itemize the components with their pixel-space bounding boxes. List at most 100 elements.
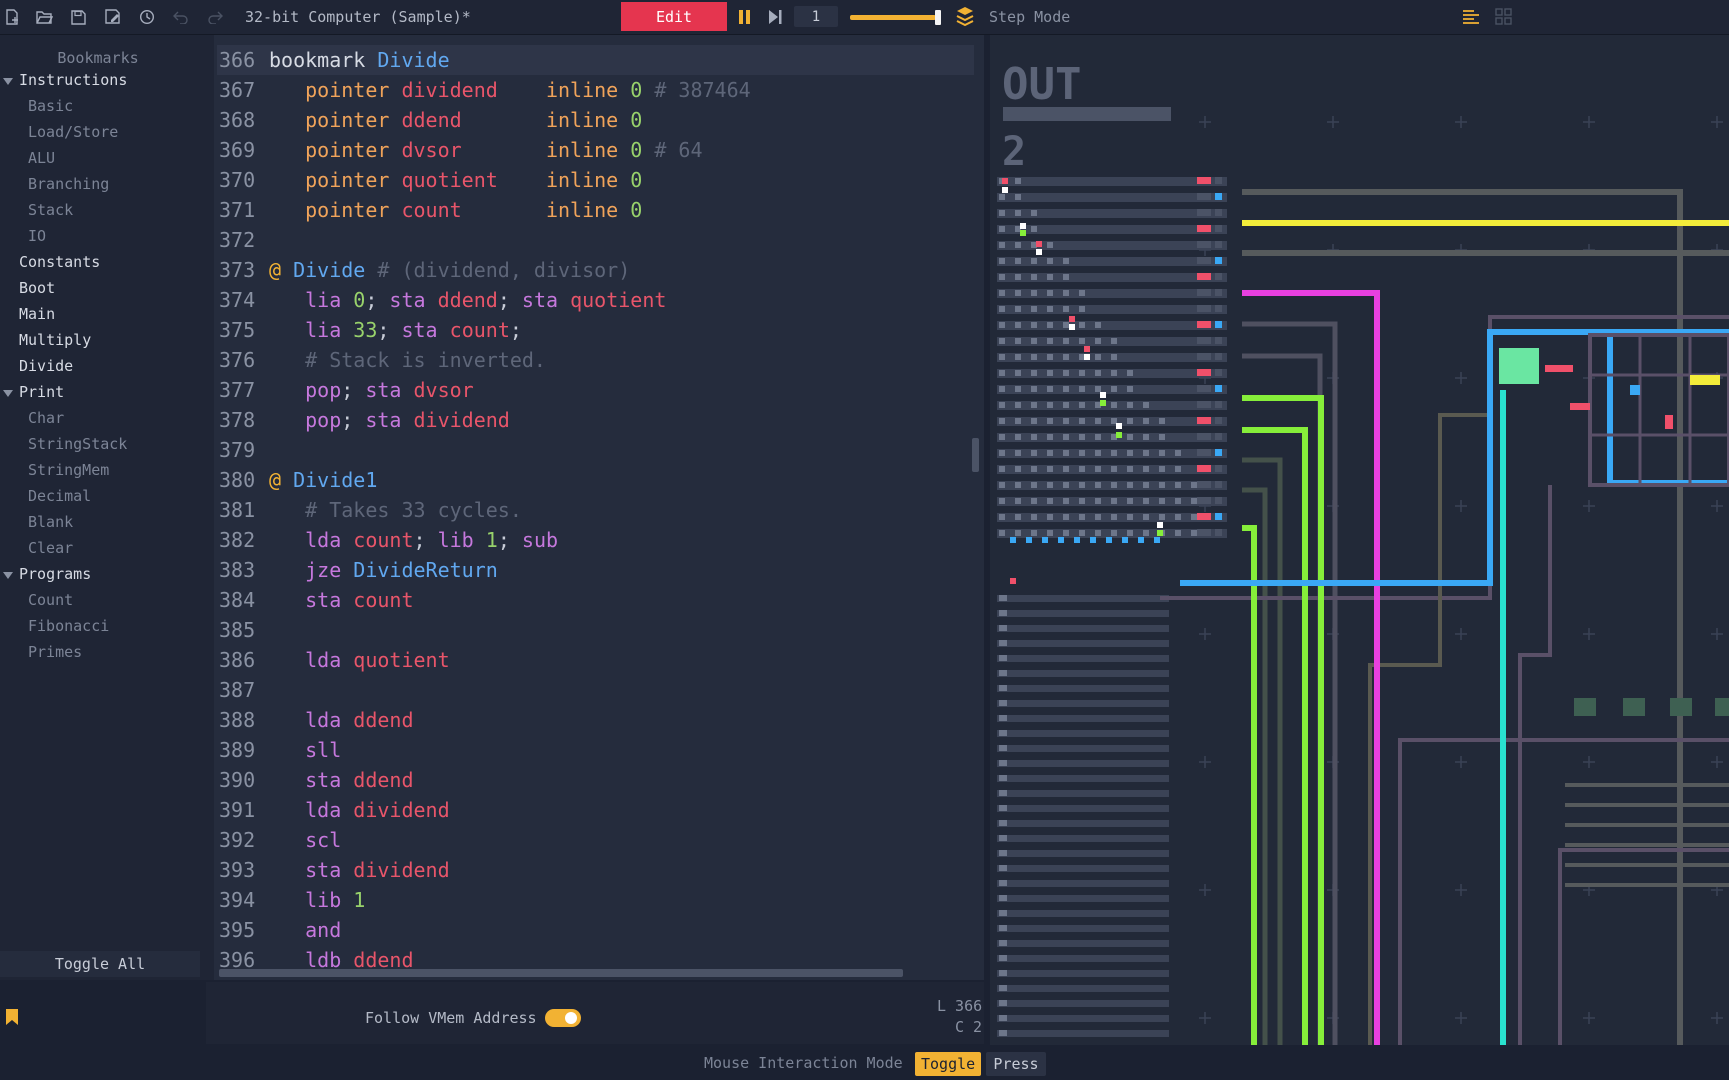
sidebar-item-print[interactable]: Print: [19, 383, 64, 401]
line-number: 395: [219, 918, 256, 942]
line-number: 379: [219, 438, 256, 462]
speed-slider-thumb[interactable]: [935, 10, 941, 25]
pause-icon[interactable]: [735, 7, 755, 27]
code-line[interactable]: 394 lib 1: [219, 885, 365, 915]
connector-pin: [1197, 385, 1211, 392]
code-token: @: [269, 468, 294, 492]
code-line[interactable]: 366 bookmark Divide: [219, 45, 450, 75]
code-line[interactable]: 392 scl: [219, 825, 341, 855]
sidebar-item-basic[interactable]: Basic: [28, 97, 73, 115]
undo-icon[interactable]: [171, 7, 191, 27]
vertical-scrollbar[interactable]: [972, 438, 979, 472]
expand-caret-icon[interactable]: [3, 78, 13, 85]
press-mode-button[interactable]: Press: [986, 1052, 1046, 1076]
circuit-canvas[interactable]: OUT 2: [990, 35, 1729, 1045]
connector-pin: [1215, 497, 1222, 504]
memory-cell: [1143, 530, 1149, 536]
code-line[interactable]: 367 pointer dividend inline 0 # 387464: [219, 75, 751, 105]
sidebar-item-count[interactable]: Count: [28, 591, 73, 609]
code-line[interactable]: 374 lia 0; sta ddend; sta quotient: [219, 285, 666, 315]
code-token: dividend: [401, 78, 498, 102]
sidebar-item-char[interactable]: Char: [28, 409, 64, 427]
code-line[interactable]: 388 lda ddend: [219, 705, 414, 735]
sidebar-item-stringstack[interactable]: StringStack: [28, 435, 127, 453]
history-icon[interactable]: [137, 7, 157, 27]
code-token: inline: [545, 108, 631, 132]
sidebar-item-multiply[interactable]: Multiply: [19, 331, 91, 349]
redo-icon[interactable]: [205, 7, 225, 27]
speed-slider[interactable]: [850, 10, 942, 25]
expand-caret-icon[interactable]: [3, 572, 13, 579]
save-as-icon[interactable]: [103, 7, 123, 27]
toggle-all-button[interactable]: Toggle All: [0, 951, 200, 977]
new-file-icon[interactable]: [2, 7, 22, 27]
code-token: # Stack is inverted.: [305, 348, 546, 372]
sidebar-item-fibonacci[interactable]: Fibonacci: [28, 617, 109, 635]
sidebar-item-branching[interactable]: Branching: [28, 175, 109, 193]
code-line[interactable]: 383 jze DivideReturn: [219, 555, 498, 585]
code-line[interactable]: 371 pointer count inline 0: [219, 195, 642, 225]
active-bit: [1084, 354, 1090, 360]
toggle-mode-button[interactable]: Toggle: [915, 1052, 981, 1076]
code-line[interactable]: 381 # Takes 33 cycles.: [219, 495, 522, 525]
sidebar-item-clear[interactable]: Clear: [28, 539, 73, 557]
code-line[interactable]: 393 sta dividend: [219, 855, 450, 885]
code-line[interactable]: 373 @ Divide # (dividend, divisor): [219, 255, 630, 285]
sidebar-item-boot[interactable]: Boot: [19, 279, 55, 297]
open-folder-icon[interactable]: [34, 7, 54, 27]
code-line[interactable]: 386 lda quotient: [219, 645, 450, 675]
code-line[interactable]: 372: [219, 225, 269, 255]
code-line[interactable]: 391 lda dividend: [219, 795, 450, 825]
save-icon[interactable]: [68, 7, 88, 27]
code-line[interactable]: 376 # Stack is inverted.: [219, 345, 546, 375]
code-line[interactable]: 377 pop; sta dvsor: [219, 375, 474, 405]
memory-cell: [1015, 370, 1021, 376]
memory-cell: [999, 386, 1005, 392]
grid-icon[interactable]: [1495, 8, 1513, 26]
bus-pin: [1138, 537, 1144, 543]
sidebar-item-main[interactable]: Main: [19, 305, 55, 323]
code-line[interactable]: 382 lda count; lib 1; sub: [219, 525, 558, 555]
follow-vmem-toggle[interactable]: [545, 1009, 581, 1027]
expand-caret-icon[interactable]: [3, 390, 13, 397]
sidebar-item-alu[interactable]: ALU: [28, 149, 55, 167]
code-line[interactable]: 387: [219, 675, 269, 705]
edit-button[interactable]: Edit: [621, 2, 727, 31]
code-line[interactable]: 378 pop; sta dividend: [219, 405, 510, 435]
code-line[interactable]: 379: [219, 435, 269, 465]
code-line[interactable]: 368 pointer ddend inline 0: [219, 105, 642, 135]
sidebar-item-instructions[interactable]: Instructions: [19, 71, 127, 89]
code-line[interactable]: 384 sta count: [219, 585, 414, 615]
list-settings-icon[interactable]: [1462, 8, 1480, 26]
connector-pin: [1215, 465, 1222, 472]
step-mode-label[interactable]: Step Mode: [989, 8, 1070, 26]
line-number: 391: [219, 798, 256, 822]
code-line[interactable]: 385: [219, 615, 269, 645]
code-line[interactable]: 389 sll: [219, 735, 341, 765]
sidebar-item-programs[interactable]: Programs: [19, 565, 91, 583]
code-line[interactable]: 370 pointer quotient inline 0: [219, 165, 642, 195]
sidebar-item-stringmem[interactable]: StringMem: [28, 461, 109, 479]
code-line[interactable]: 369 pointer dvsor inline 0 # 64: [219, 135, 703, 165]
bookmark-icon[interactable]: [5, 1008, 19, 1026]
sidebar-item-stack[interactable]: Stack: [28, 201, 73, 219]
code-line[interactable]: 390 sta ddend: [219, 765, 414, 795]
code-line[interactable]: 380 @ Divide1: [219, 465, 377, 495]
horizontal-scrollbar[interactable]: [219, 969, 903, 977]
layers-icon[interactable]: [955, 6, 975, 28]
sidebar-item-io[interactable]: IO: [28, 227, 46, 245]
sidebar-item-load-store[interactable]: Load/Store: [28, 123, 118, 141]
sidebar-item-blank[interactable]: Blank: [28, 513, 73, 531]
memory-cell: [999, 715, 1007, 721]
sidebar-item-decimal[interactable]: Decimal: [28, 487, 91, 505]
sidebar-item-primes[interactable]: Primes: [28, 643, 82, 661]
step-icon[interactable]: [765, 7, 787, 27]
sidebar-item-divide[interactable]: Divide: [19, 357, 73, 375]
memory-cell: [1143, 498, 1149, 504]
step-count-field[interactable]: 1: [794, 6, 838, 27]
sidebar-item-label: IO: [28, 227, 47, 245]
code-line[interactable]: 375 lia 33; sta count;: [219, 315, 522, 345]
code-line[interactable]: 395 and: [219, 915, 341, 945]
sidebar-item-constants[interactable]: Constants: [19, 253, 100, 271]
memory-cell: [1127, 466, 1133, 472]
